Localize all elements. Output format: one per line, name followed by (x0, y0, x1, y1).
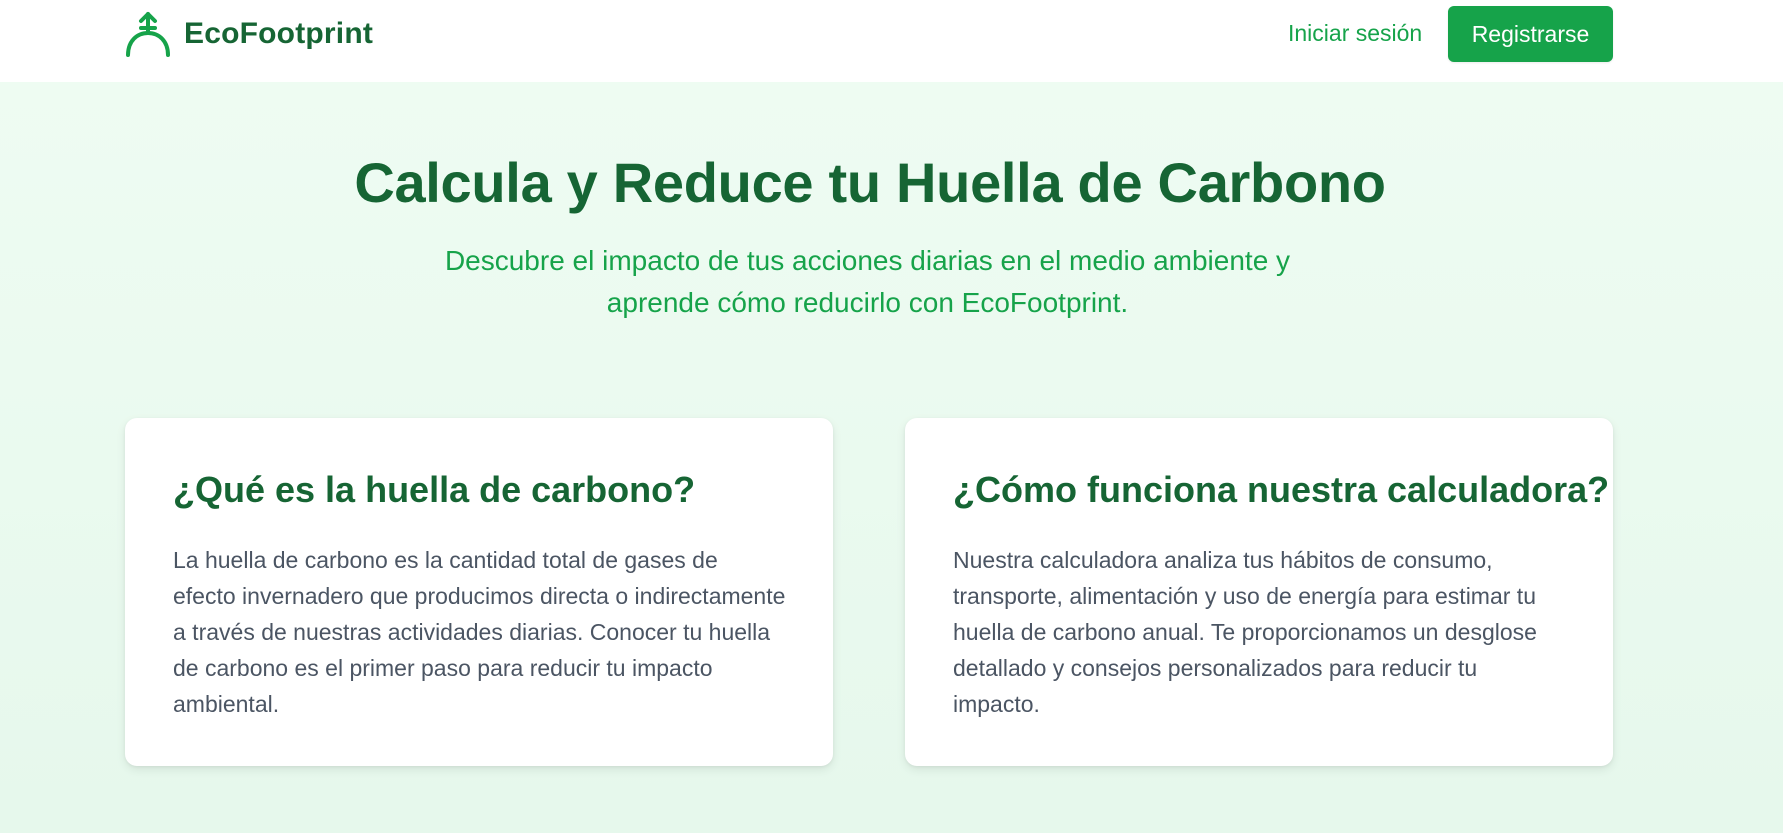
site-header: EcoFootprint Iniciar sesión Registrarse (0, 0, 1783, 82)
register-button[interactable]: Registrarse (1448, 6, 1613, 62)
hero-title: Calcula y Reduce tu Huella de Carbono (354, 151, 1386, 214)
seedling-icon (126, 12, 170, 57)
brand-logo-link[interactable]: EcoFootprint (124, 10, 373, 58)
card-title: ¿Cómo funciona nuestra calculadora? (953, 469, 1610, 510)
card-text: La huella de carbono es la cantidad tota… (173, 547, 786, 717)
card-title: ¿Qué es la huella de carbono? (173, 469, 696, 510)
info-card-what-is: ¿Qué es la huella de carbono? La huella … (125, 418, 833, 766)
info-card-how-it-works: ¿Cómo funciona nuestra calculadora? Nues… (905, 418, 1613, 766)
card-text: Nuestra calculadora analiza tus hábitos … (953, 547, 1537, 717)
brand-name: EcoFootprint (184, 17, 374, 50)
hero-subtitle: Descubre el impacto de tus acciones diar… (444, 245, 1291, 318)
login-link[interactable]: Iniciar sesión (1288, 20, 1422, 47)
